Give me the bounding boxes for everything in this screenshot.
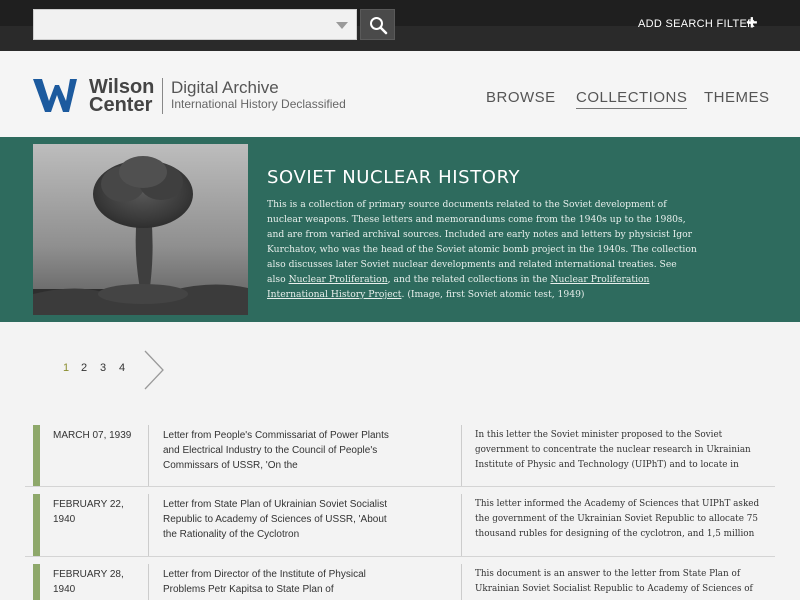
chevron-right-icon[interactable]	[143, 350, 165, 390]
document-title-link[interactable]: Letter from Director of the Institute of…	[163, 567, 399, 600]
chevron-down-icon[interactable]	[336, 22, 348, 29]
nav-collections[interactable]: COLLECTIONS	[576, 89, 688, 109]
row-accent	[33, 564, 40, 600]
row-accent	[33, 494, 40, 556]
link-nuclear-proliferation[interactable]: Nuclear Proliferation	[289, 274, 388, 285]
logo-divider	[162, 78, 163, 114]
document-title-link[interactable]: Letter from State Plan of Ukrainian Sovi…	[163, 497, 399, 542]
collection-banner: SOVIET NUCLEAR HISTORY This is a collect…	[0, 137, 800, 322]
document-summary: This letter informed the Academy of Scie…	[475, 499, 760, 539]
wilson-center-logo-icon[interactable]	[33, 79, 77, 112]
search-icon	[370, 17, 388, 35]
row-divider	[25, 486, 775, 487]
page-link-3[interactable]: 3	[100, 362, 106, 374]
nav-themes[interactable]: THEMES	[704, 89, 770, 106]
collection-description: This is a collection of primary source d…	[267, 199, 697, 300]
top-search-bar: ADD SEARCH FILTER +	[0, 0, 800, 51]
document-summary: In this letter the Soviet minister propo…	[475, 430, 751, 470]
logo-wordmark-center[interactable]: Center	[89, 95, 152, 115]
search-input[interactable]	[33, 9, 357, 40]
site-subtitle: International History Declassified	[171, 97, 346, 111]
add-search-filter-link[interactable]: ADD SEARCH FILTER	[638, 18, 755, 30]
list-item[interactable]: MARCH 07, 1939 Letter from People's Comm…	[25, 425, 775, 487]
collection-image	[33, 144, 248, 315]
site-title[interactable]: Digital Archive	[171, 78, 279, 98]
document-date: FEBRUARY 28, 1940	[53, 569, 124, 595]
document-summary: This document is an answer to the letter…	[475, 569, 753, 594]
document-date: FEBRUARY 22, 1940	[53, 499, 124, 525]
list-item[interactable]: FEBRUARY 28, 1940 Letter from Director o…	[25, 564, 775, 600]
page-link-4[interactable]: 4	[119, 362, 125, 374]
plus-icon[interactable]: +	[746, 13, 758, 33]
document-title-link[interactable]: Letter from People's Commissariat of Pow…	[163, 428, 399, 473]
row-divider	[25, 556, 775, 557]
search-button[interactable]	[360, 9, 395, 40]
row-accent	[33, 425, 40, 487]
document-date: MARCH 07, 1939	[53, 430, 132, 441]
nav-browse[interactable]: BROWSE	[486, 89, 556, 106]
collection-title: SOVIET NUCLEAR HISTORY	[267, 167, 521, 188]
page-link-1[interactable]: 1	[63, 362, 69, 374]
list-item[interactable]: FEBRUARY 22, 1940 Letter from State Plan…	[25, 494, 775, 556]
site-header: Wilson Center Digital Archive Internatio…	[0, 51, 800, 137]
page-link-2[interactable]: 2	[81, 362, 87, 374]
